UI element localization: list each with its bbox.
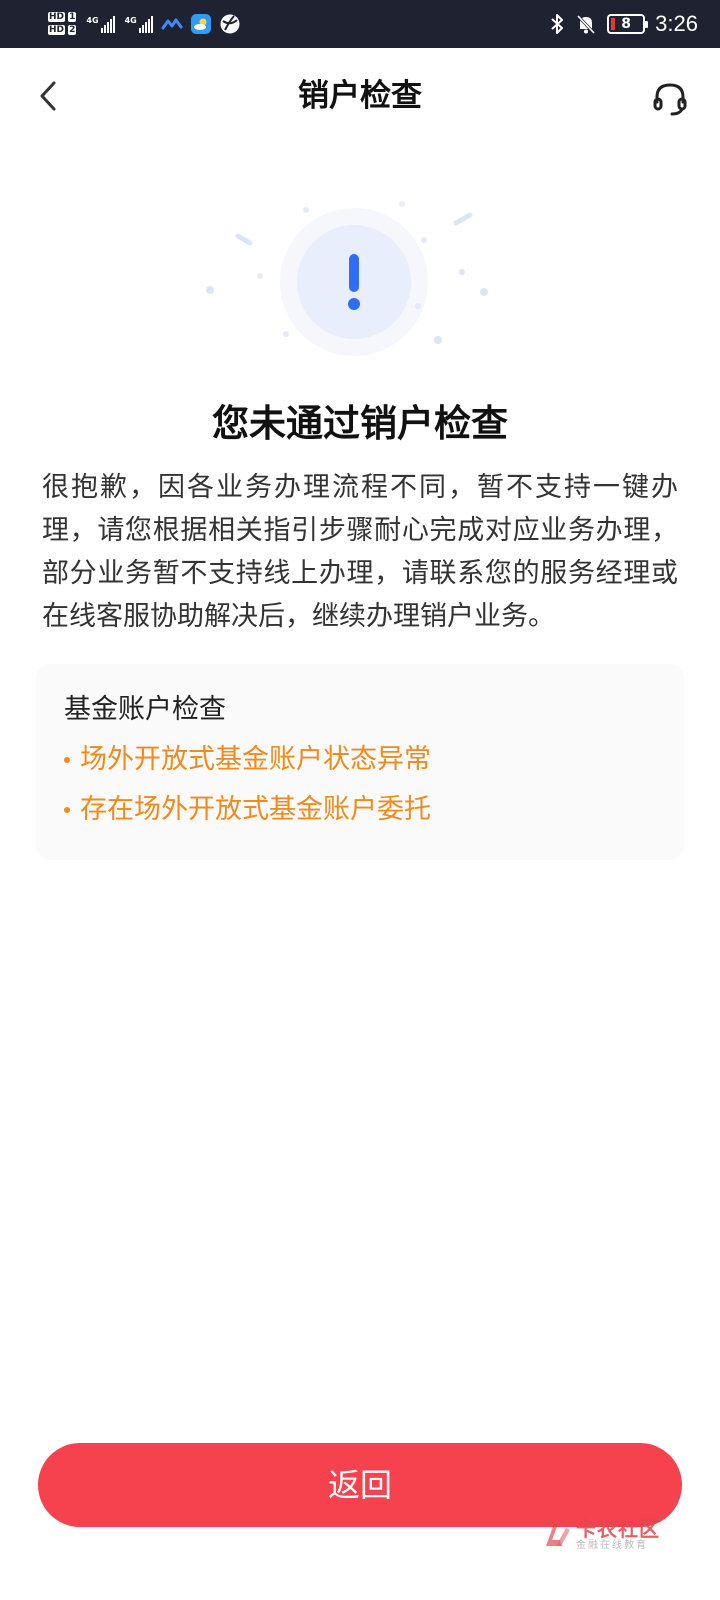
nav-bar: 销户检查 — [0, 48, 720, 144]
fund-account-check-card: 基金账户检查 场外开放式基金账户状态异常 存在场外开放式基金账户委托 — [36, 664, 684, 860]
kanong-logo-icon — [546, 1524, 570, 1546]
page-title: 销户检查 — [298, 78, 422, 114]
signal-sim2-icon: 4G — [125, 15, 153, 33]
result-description: 很抱歉，因各业务办理流程不同，暂不支持一键办理，请您根据相关指引步骤耐心完成对应… — [42, 472, 678, 632]
bullet-dot-icon — [64, 757, 70, 763]
deco-dot — [421, 237, 427, 243]
deco-dot — [459, 269, 465, 275]
exclamation-dot — [348, 298, 360, 310]
bullet-dot-icon — [64, 807, 70, 813]
warning-illustration — [206, 201, 488, 356]
deco-dot — [257, 273, 263, 279]
headset-icon — [653, 83, 687, 116]
watermark-main: 卡农社区 — [576, 1517, 660, 1541]
watermark-sub: 金融在线教育 — [576, 1540, 648, 1551]
check-card-title: 基金账户检查 — [64, 694, 226, 725]
deco-dot — [415, 303, 421, 309]
status-bar: HD 1 HD 2 4G 4G 8 3:26 — [0, 0, 720, 48]
result-headline: 您未通过销户检查 — [212, 402, 508, 445]
battery-icon: 8 — [607, 14, 649, 34]
issue-item: 场外开放式基金账户状态异常 — [64, 742, 656, 778]
mute-bell-icon — [577, 14, 596, 35]
hd-badge-1: HD 1 — [48, 12, 77, 22]
signal-sim1-icon: 4G — [86, 15, 115, 33]
battery-level: 8 — [621, 16, 632, 32]
issue-text: 场外开放式基金账户状态异常 — [80, 744, 431, 775]
status-left-group: HD 1 HD 2 4G 4G — [48, 12, 241, 36]
deco-dash — [235, 233, 253, 246]
deco-dot — [283, 331, 289, 337]
hd-badge-2: HD 2 — [48, 25, 77, 35]
status-right-group: 8 3:26 — [549, 11, 698, 37]
deco-dot — [206, 286, 214, 294]
status-time: 3:26 — [655, 11, 698, 36]
watermark-text: 卡农社区 金融在线教育 — [576, 1518, 660, 1552]
deco-dot — [480, 288, 488, 296]
customer-service-button[interactable] — [650, 78, 690, 118]
hd-indicators: HD 1 HD 2 — [48, 12, 77, 36]
battery-low-fill — [611, 18, 616, 30]
browser-app-icon — [220, 14, 240, 34]
deco-dot — [303, 207, 309, 213]
watermark-logo: 卡农社区 金融在线教育 — [542, 1512, 682, 1558]
deco-dot — [399, 201, 405, 207]
issue-item: 存在场外开放式基金账户委托 — [64, 792, 656, 828]
issue-list: 场外开放式基金账户状态异常 存在场外开放式基金账户委托 — [64, 742, 656, 828]
deco-dash — [453, 212, 473, 226]
issue-text: 存在场外开放式基金账户委托 — [80, 794, 431, 825]
deco-dot — [434, 336, 442, 344]
bluetooth-icon — [551, 14, 564, 34]
weather-app-icon — [190, 14, 211, 34]
app-bird-icon — [161, 18, 183, 30]
exclamation-icon — [349, 254, 359, 292]
